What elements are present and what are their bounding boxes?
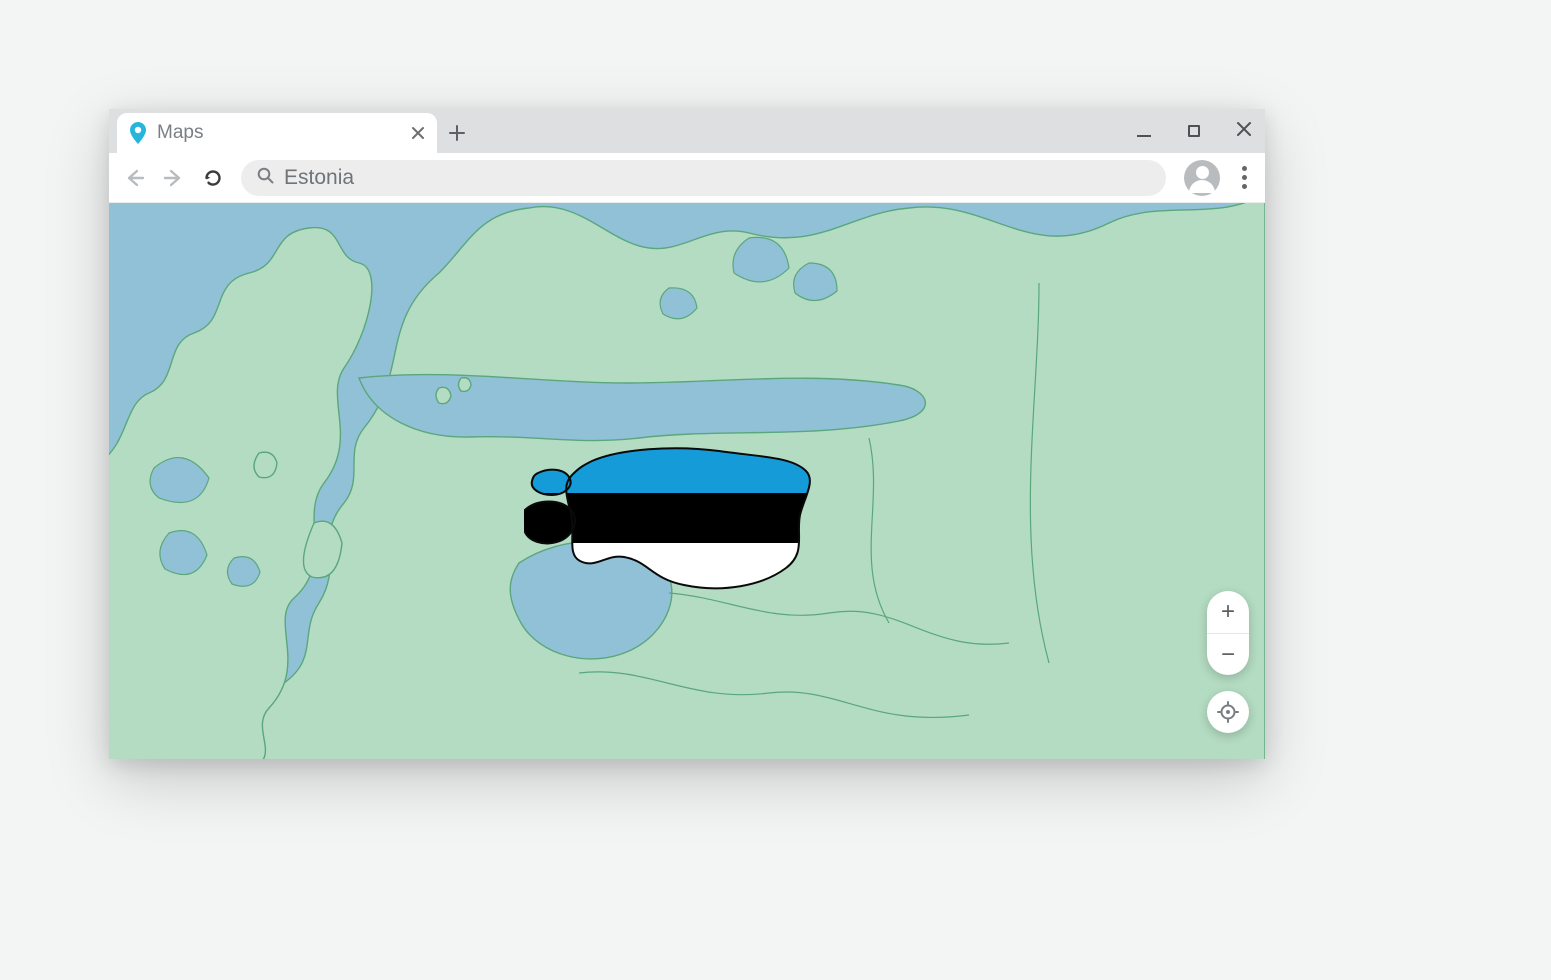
back-button[interactable] [123,167,145,189]
close-icon [1236,121,1252,137]
dot-icon [1242,175,1247,180]
profile-avatar-button[interactable] [1184,160,1220,196]
maximize-button[interactable] [1183,121,1205,142]
forward-button[interactable] [163,167,185,189]
reload-button[interactable] [203,168,223,188]
map-viewport[interactable]: + − [109,203,1265,759]
search-input[interactable] [284,166,1150,190]
arrow-right-icon [163,167,185,189]
new-tab-button[interactable] [437,113,477,153]
maximize-icon [1188,125,1200,137]
zoom-in-button[interactable]: + [1207,591,1249,633]
close-tab-icon[interactable] [411,126,425,140]
browser-window: Maps [109,109,1265,759]
overflow-menu-button[interactable] [1238,166,1251,189]
window-controls [1133,109,1255,153]
dot-icon [1242,184,1247,189]
reload-icon [203,168,223,188]
search-icon [257,167,274,189]
highlighted-country-estonia[interactable] [524,443,814,593]
map-pin-icon [129,122,147,144]
close-window-button[interactable] [1233,121,1255,141]
plus-icon: + [1221,598,1235,626]
arrow-left-icon [123,167,145,189]
map-controls: + − [1207,591,1249,733]
browser-toolbar [109,153,1265,203]
zoom-out-button[interactable]: − [1207,633,1249,675]
minus-icon: − [1221,641,1235,669]
tab-title: Maps [157,122,401,144]
tab-strip: Maps [109,109,1265,153]
dot-icon [1242,166,1247,171]
locate-me-button[interactable] [1207,691,1249,733]
browser-tab-maps[interactable]: Maps [117,113,437,153]
minimize-icon [1137,135,1151,137]
crosshair-icon [1217,701,1239,723]
address-bar[interactable] [241,160,1166,196]
minimize-button[interactable] [1133,121,1155,142]
zoom-control: + − [1207,591,1249,675]
